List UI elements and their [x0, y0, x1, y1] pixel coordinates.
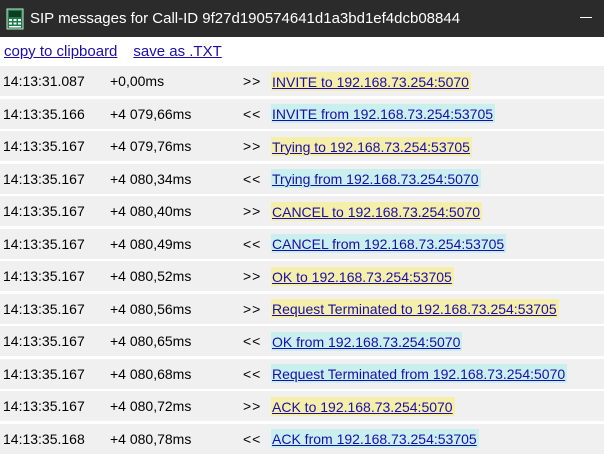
minimize-icon[interactable] — [580, 17, 592, 18]
direction-indicator: >> — [243, 73, 262, 89]
sip-message-link[interactable]: Request Terminated to 192.168.73.254:537… — [271, 299, 559, 318]
direction-indicator: >> — [243, 268, 262, 284]
message-row: 14:13:35.167 +4 080,49ms << CANCEL from 192… — [0, 228, 604, 259]
message-time: 14:13:35.167 — [3, 365, 85, 382]
action-links: copy to clipboard save as .TXT — [0, 37, 604, 65]
direction-indicator: >> — [243, 203, 262, 219]
message-row: 14:13:35.167 +4 080,56ms >> Request Termina… — [0, 293, 604, 324]
message-row: 14:13:35.167 +4 080,52ms >> OK to 192.168.7… — [0, 261, 604, 291]
direction-indicator: << — [243, 365, 262, 382]
sip-app-icon — [6, 8, 24, 30]
save-as-txt-link[interactable]: save as .TXT — [133, 43, 221, 60]
direction-indicator: << — [243, 170, 262, 187]
title-bar: SIP messages for Call-ID 9f27d190574641d… — [0, 0, 604, 37]
direction-indicator: << — [243, 430, 262, 447]
message-list: 14:13:31.087 +0,00ms >> INVITE to 192.168.7… — [0, 66, 604, 456]
message-row: 14:13:35.167 +4 080,72ms >> ACK to 192.168.… — [0, 391, 604, 421]
sip-message-link[interactable]: ACK to 192.168.73.254:5070 — [271, 396, 455, 416]
message-row: 14:13:35.167 +4 080,34ms << Trying from 192… — [0, 163, 604, 194]
message-time: 14:13:35.167 — [3, 398, 85, 414]
message-delta: +4 080,68ms — [110, 365, 192, 382]
sip-message-link[interactable]: CANCEL from 192.168.73.254:53705 — [271, 234, 507, 253]
sip-message-link[interactable]: OK to 192.168.73.254:53705 — [271, 266, 454, 286]
sip-message-link[interactable]: INVITE from 192.168.73.254:53705 — [271, 104, 496, 123]
message-delta: +4 079,66ms — [110, 105, 192, 122]
message-delta: +4 080,78ms — [110, 430, 192, 447]
sip-message-link[interactable]: Trying to 192.168.73.254:53705 — [271, 136, 472, 156]
message-delta: +4 080,65ms — [110, 333, 192, 349]
sip-message-link[interactable]: Request Terminated from 192.168.73.254:5… — [271, 364, 568, 383]
message-time: 14:13:35.167 — [3, 333, 85, 349]
message-time: 14:13:35.167 — [3, 268, 85, 284]
direction-indicator: << — [243, 333, 262, 349]
message-time: 14:13:35.167 — [3, 300, 85, 317]
sip-message-link[interactable]: OK from 192.168.73.254:5070 — [271, 331, 463, 351]
copy-to-clipboard-link[interactable]: copy to clipboard — [4, 43, 117, 60]
sip-message-link[interactable]: ACK from 192.168.73.254:53705 — [271, 429, 479, 448]
direction-indicator: >> — [243, 300, 262, 317]
message-row: 14:13:35.167 +4 080,40ms >> CANCEL to 192.1… — [0, 196, 604, 226]
direction-indicator: >> — [243, 138, 262, 154]
direction-indicator: >> — [243, 398, 262, 414]
message-row: 14:13:35.168 +4 080,78ms << ACK from 192.16… — [0, 423, 604, 454]
message-delta: +4 080,52ms — [110, 268, 192, 284]
message-row: 14:13:35.166 +4 079,66ms << INVITE from 192… — [0, 98, 604, 129]
message-row: 14:13:35.167 +4 079,76ms >> Trying to 192.1… — [0, 131, 604, 161]
message-row: 14:13:31.087 +0,00ms >> INVITE to 192.168.7… — [0, 66, 604, 96]
message-row: 14:13:35.167 +4 080,68ms << Request Termina… — [0, 358, 604, 389]
message-delta: +0,00ms — [110, 73, 165, 89]
message-time: 14:13:35.168 — [3, 430, 85, 447]
message-delta: +4 079,76ms — [110, 138, 192, 154]
message-row: 14:13:35.167 +4 080,65ms << OK from 192.168… — [0, 326, 604, 356]
window-title: SIP messages for Call-ID 9f27d190574641d… — [30, 10, 461, 27]
message-delta: +4 080,40ms — [110, 203, 192, 219]
message-time: 14:13:35.167 — [3, 170, 85, 187]
message-delta: +4 080,34ms — [110, 170, 192, 187]
message-delta: +4 080,72ms — [110, 398, 192, 414]
message-time: 14:13:35.167 — [3, 203, 85, 219]
direction-indicator: << — [243, 105, 262, 122]
message-time: 14:13:35.167 — [3, 138, 85, 154]
message-delta: +4 080,56ms — [110, 300, 192, 317]
message-time: 14:13:35.167 — [3, 235, 85, 252]
message-time: 14:13:31.087 — [3, 73, 85, 89]
message-delta: +4 080,49ms — [110, 235, 192, 252]
direction-indicator: << — [243, 235, 262, 252]
message-time: 14:13:35.166 — [3, 105, 85, 122]
sip-message-link[interactable]: CANCEL to 192.168.73.254:5070 — [271, 201, 483, 221]
sip-message-link[interactable]: Trying from 192.168.73.254:5070 — [271, 169, 481, 188]
sip-message-link[interactable]: INVITE to 192.168.73.254:5070 — [271, 71, 471, 91]
